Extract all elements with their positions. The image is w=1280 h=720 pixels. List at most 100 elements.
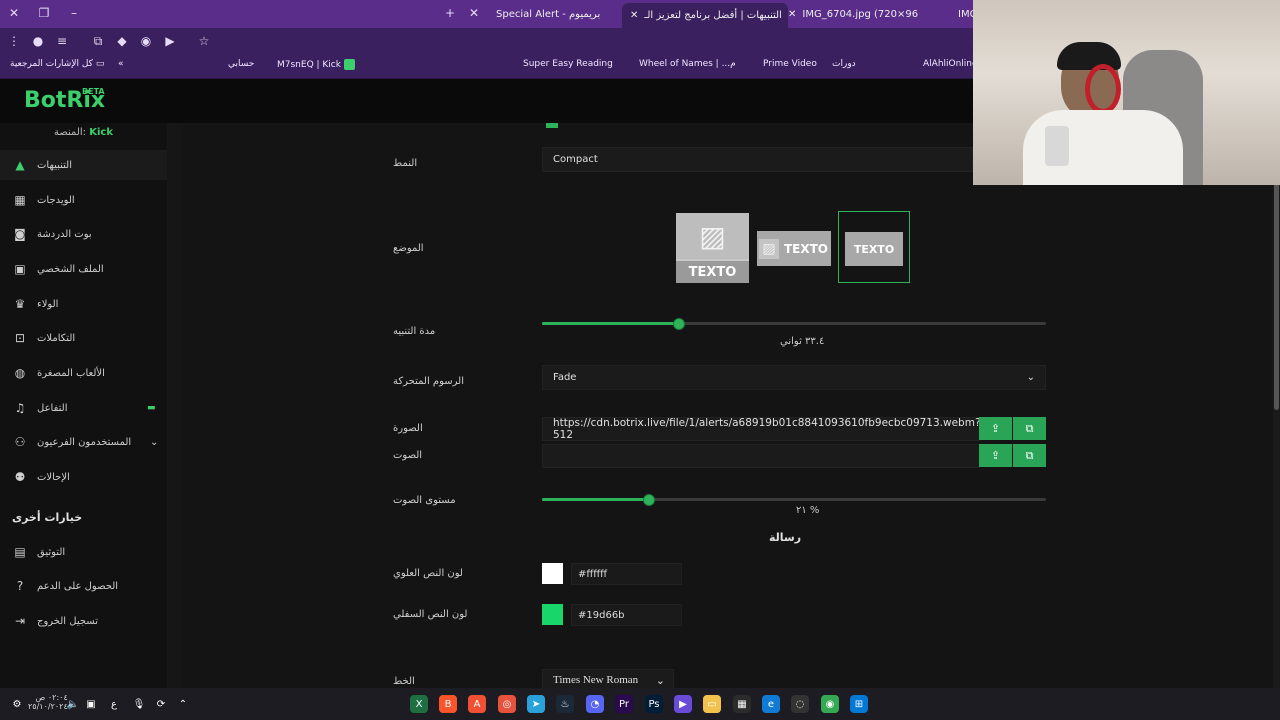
gallery-icon[interactable]: ⧉	[1013, 444, 1046, 467]
app-icon[interactable]: ◎	[498, 695, 516, 713]
main-content	[183, 123, 1273, 688]
bookmark-item[interactable]: Prime Video	[763, 59, 817, 69]
sidebar-item-subusers[interactable]: ⚇ المستخدمون الفرعيون ⌄	[0, 427, 167, 457]
sidebar-item-widgets[interactable]: ▦ الويدجات	[0, 185, 167, 215]
chrome-icon[interactable]: ◉	[821, 695, 839, 713]
bookmark-item[interactable]: حسابي	[228, 59, 254, 69]
extension-icon[interactable]: ◉	[138, 33, 154, 49]
brave-icon[interactable]: B	[439, 695, 457, 713]
style-label: النمط	[393, 158, 418, 169]
toggle-partial[interactable]	[546, 123, 558, 128]
tab-img[interactable]: ✕ IMG_6704.jpg (720×960)	[788, 4, 918, 24]
taskbar-clock[interactable]: ٠٢:٠٤ ص ٢٥/١٠/٢٠٢٤	[28, 693, 68, 711]
duration-slider-knob[interactable]	[673, 318, 685, 330]
sidebar-item-loyalty[interactable]: ♛ الولاء	[0, 289, 167, 319]
sidebar-item-integrations[interactable]: ⊡ التكاملات	[0, 323, 167, 353]
menu-dots-icon[interactable]: ⋮	[6, 33, 22, 49]
profile-card-icon: ▣	[14, 262, 26, 276]
sidebar-item-logout[interactable]: ⇥ تسجيل الخروج	[0, 606, 167, 636]
robot-icon: ◙	[14, 227, 26, 241]
tab-close-icon[interactable]: ✕	[466, 5, 482, 21]
volume-slider-knob[interactable]	[643, 494, 655, 506]
volume-icon[interactable]: 🔈	[64, 695, 82, 713]
sidebar-item-interaction[interactable]: ♫ التفاعل ▬	[0, 393, 167, 423]
bottom-text-color-input[interactable]: #19d66b	[571, 604, 682, 626]
store-icon[interactable]: ▦	[733, 695, 751, 713]
photoshop-icon[interactable]: Ps	[645, 695, 663, 713]
animation-select[interactable]: Fade ⌄	[542, 365, 1046, 390]
telegram-icon[interactable]: ➤	[527, 695, 545, 713]
all-bookmarks[interactable]: كل الإشارات المرجعية ▭	[10, 59, 104, 69]
layout-option-image-above[interactable]: ▨ TEXTO	[676, 213, 749, 283]
sync-icon[interactable]: ⟳	[152, 695, 170, 713]
app-icon[interactable]: ▶	[674, 695, 692, 713]
bookmark-item[interactable]: Wheel of Names | ...م	[639, 59, 736, 69]
bookmark-item[interactable]: AlAhliOnline	[923, 59, 978, 69]
extensions-puzzle-icon[interactable]: ⧉	[90, 33, 106, 49]
tab-alerts[interactable]: ✕ التنبيهات | أفضل برنامج لتعزيز الـ	[622, 3, 788, 28]
webcam-overlay	[973, 0, 1280, 185]
bookmark-star-icon[interactable]: ☆	[196, 33, 212, 49]
gallery-icon[interactable]: ⧉	[1013, 417, 1046, 440]
edge-icon[interactable]: e	[762, 695, 780, 713]
sidebar-item-profile[interactable]: ▣ الملف الشخصي	[0, 254, 167, 284]
sound-url-input[interactable]	[542, 444, 980, 468]
premiere-icon[interactable]: Pr	[615, 695, 633, 713]
app-icon[interactable]: ◌	[791, 695, 809, 713]
new-tab-icon[interactable]: +	[442, 5, 458, 21]
file-explorer-icon[interactable]: ▭	[703, 695, 721, 713]
duration-slider-fill	[542, 322, 678, 325]
other-options-heading: خيارات أخرى	[12, 511, 83, 524]
image-url-input[interactable]: https://cdn.botrix.live/file/1/alerts/a6…	[542, 417, 981, 441]
bookmark-item[interactable]: دورات	[832, 59, 856, 69]
top-text-color-swatch[interactable]	[542, 563, 563, 584]
upload-icon[interactable]: ⇪	[979, 417, 1012, 440]
app-icon[interactable]: A	[468, 695, 486, 713]
warning-icon: ▲	[15, 158, 25, 172]
sidebar-item-support[interactable]: ? الحصول على الدعم	[0, 571, 167, 601]
folder-icon: ▭	[95, 59, 105, 69]
extension-icon[interactable]: ◆	[114, 33, 130, 49]
settings-icon[interactable]: ⚙	[8, 695, 26, 713]
chevron-down-icon[interactable]: ⌄	[150, 437, 158, 448]
tab-special-alert[interactable]: Special Alert - البرنامج بريميوم	[496, 4, 602, 24]
scrollbar-thumb[interactable]	[1274, 180, 1279, 410]
sidebar-item-referrals[interactable]: ⚉ الإحالات	[0, 462, 167, 492]
volume-value: ٢١ %	[796, 505, 820, 516]
tab-close-icon[interactable]: ✕	[788, 9, 796, 20]
windows-start-icon[interactable]: ⊞	[850, 695, 868, 713]
upload-icon[interactable]: ⇪	[979, 444, 1012, 467]
network-icon[interactable]: ▣	[82, 695, 100, 713]
bookmark-item[interactable]: Super Easy Reading	[523, 59, 613, 69]
bottom-text-color-swatch[interactable]	[542, 604, 563, 625]
duration-label: مدة التنبيه	[393, 326, 436, 337]
minimize-window-icon[interactable]: –	[66, 5, 82, 21]
sidebar-item-alerts[interactable]: ▲ التنبيهات	[0, 150, 167, 180]
excel-icon[interactable]: X	[410, 695, 428, 713]
top-text-color-input[interactable]: #ffffff	[571, 563, 682, 585]
extension-icon[interactable]: ▶	[162, 33, 178, 49]
tab-img-2[interactable]: IMG	[958, 4, 973, 24]
language-indicator[interactable]: ع	[105, 695, 123, 713]
layout-option-overlay-selected[interactable]: TEXTO	[838, 211, 910, 283]
steam-icon[interactable]: ♨	[556, 695, 574, 713]
sidebar-item-minigames[interactable]: ◍ الألعاب المصغرة	[0, 358, 167, 388]
volume-label: مستوى الصوت	[393, 495, 456, 506]
gamepad-icon: ◍	[14, 366, 26, 380]
extension-icon[interactable]: ●	[30, 33, 46, 49]
restore-window-icon[interactable]: ❐	[36, 5, 52, 21]
sidebar-item-chatbot[interactable]: ◙ بوت الدردشة	[0, 219, 167, 249]
bookmark-item[interactable]: M7snEQ | Kick	[277, 59, 355, 70]
chevron-icon[interactable]: «	[118, 59, 124, 69]
sidebar-item-docs[interactable]: ▤ التوثيق	[0, 537, 167, 567]
headphones-icon	[1085, 64, 1121, 114]
close-window-icon[interactable]: ✕	[6, 5, 22, 21]
tab-close-icon[interactable]: ✕	[630, 10, 638, 21]
style-select[interactable]: Compact	[542, 147, 973, 172]
discord-icon[interactable]: ◔	[586, 695, 604, 713]
playlist-icon[interactable]: ≡	[54, 33, 70, 49]
layout-option-side[interactable]: ▨ TEXTO	[757, 231, 831, 266]
microphone-icon[interactable]: 🎙	[130, 695, 148, 713]
kick-icon	[343, 59, 355, 70]
chevron-up-icon[interactable]: ⌃	[174, 695, 192, 713]
